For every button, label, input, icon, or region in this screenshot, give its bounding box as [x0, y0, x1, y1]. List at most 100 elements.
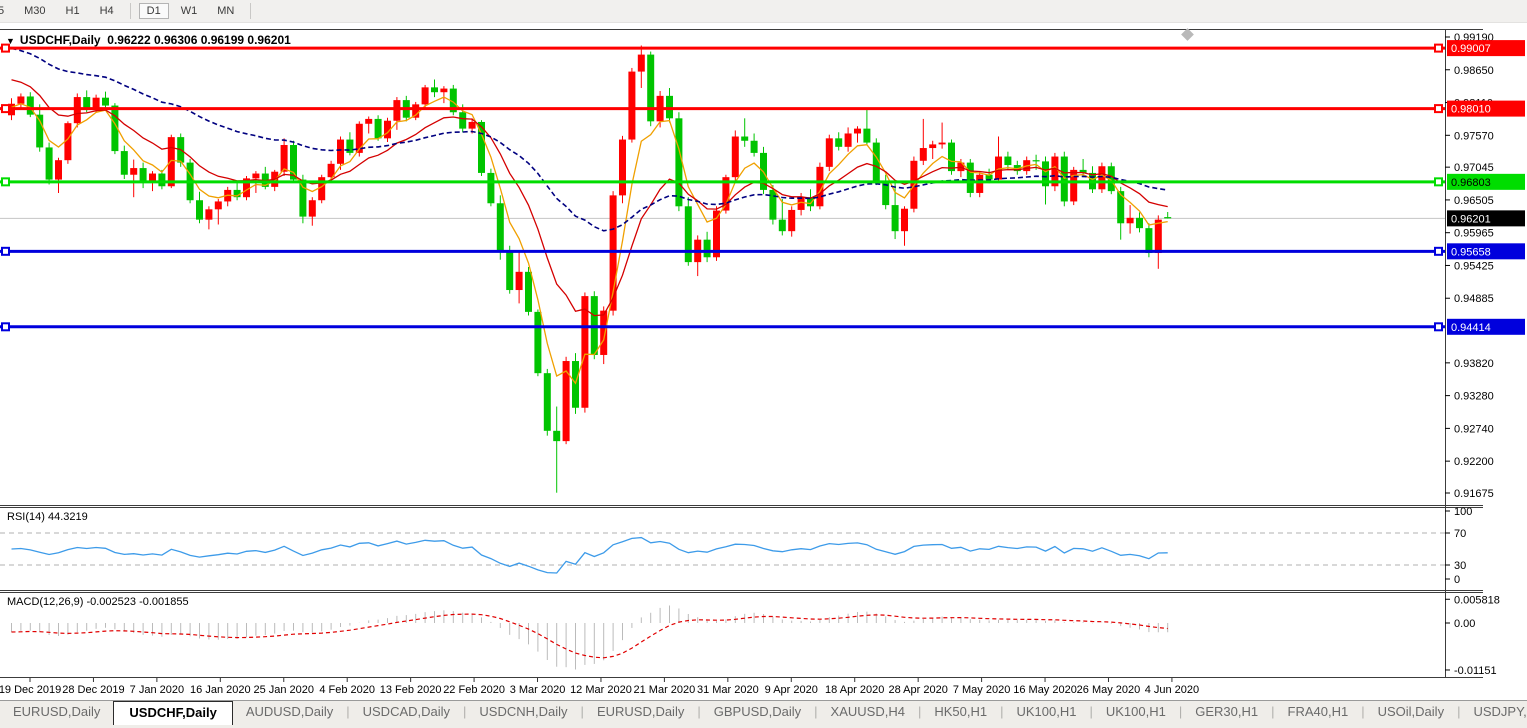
candle-down [966, 162, 974, 193]
line-handle[interactable] [1, 177, 10, 187]
price-tick-label: 0.95425 [1454, 260, 1494, 272]
level-price-badge: 0.99007 [1447, 40, 1525, 57]
chart-tab-fra40-h1[interactable]: FRA40,H1 [1275, 701, 1362, 723]
date-label: 12 Mar 2020 [570, 684, 632, 696]
candle-up [637, 54, 645, 72]
chart-tab-uk100-h1[interactable]: UK100,H1 [1004, 701, 1090, 723]
chart-tab-eurusd-daily[interactable]: EURUSD,Daily [584, 701, 697, 723]
candle-up [1154, 219, 1162, 254]
line-handle[interactable] [1, 104, 10, 114]
macd-panel: 0.005818 0.00 -0.01151 [11, 594, 1500, 677]
rsi-tick-label: 30 [1454, 560, 1466, 572]
candle-up [167, 137, 175, 187]
candle-down [572, 361, 579, 408]
app-window: 5M30H1H4D1W1MN 0.991900.986500.981100.97… [0, 0, 1527, 728]
chart-tab-hk50-h1[interactable]: HK50,H1 [921, 701, 1000, 723]
chart-tab-eurusd-daily[interactable]: EURUSD,Daily [0, 701, 113, 723]
price-tick-label: 0.97570 [1454, 130, 1494, 142]
level-price-badge: 0.98010 [1447, 100, 1525, 117]
line-handle[interactable] [1434, 104, 1443, 114]
chart-tab-usoil-daily[interactable]: USOil,Daily [1365, 701, 1457, 723]
candle-up [938, 142, 946, 145]
line-handle[interactable] [1434, 322, 1443, 332]
level-price-badge: 0.95658 [1447, 243, 1525, 260]
date-label: 25 Jan 2020 [253, 684, 314, 696]
line-handle[interactable] [1434, 246, 1443, 256]
candle-up [214, 201, 222, 210]
candle-up [515, 271, 523, 291]
candle-down [534, 311, 542, 374]
chart-tab-usdjpy-h1[interactable]: USDJPY,H1 [1460, 701, 1527, 723]
chart-tab-usdcnh-daily[interactable]: USDCNH,Daily [466, 701, 580, 723]
line-handle[interactable] [1, 246, 10, 256]
date-label: 7 May 2020 [953, 684, 1010, 696]
chart-tab-xauusd-h4[interactable]: XAUUSD,H4 [818, 701, 918, 723]
candle-up [919, 148, 927, 161]
line-handle[interactable] [1, 322, 10, 332]
date-label: 4 Jun 2020 [1145, 684, 1199, 696]
chart-shift-marker[interactable] [1181, 28, 1194, 41]
date-axis[interactable]: 19 Dec 2019 28 Dec 2019 7 Jan 2020 16 Jan 2… [0, 678, 1199, 696]
candle-up [562, 361, 570, 442]
candle-up [365, 118, 373, 124]
date-label: 7 Jan 2020 [130, 684, 184, 696]
candle-down [778, 219, 786, 232]
candle-up [901, 208, 908, 232]
candle-up [468, 121, 476, 129]
candle-up [130, 168, 138, 175]
chart-ohlc-values: 0.96222 0.96306 0.96199 0.96201 [107, 33, 291, 47]
candle-down [1164, 217, 1172, 219]
candle-up [581, 296, 589, 408]
price-tick-label: 0.94885 [1454, 293, 1494, 305]
level-price-badge-text: 0.95658 [1451, 246, 1491, 258]
date-label: 28 Dec 2019 [62, 684, 124, 696]
candle-down [346, 139, 354, 153]
candle-down [120, 151, 128, 175]
level-price-badge-text: 0.98010 [1451, 104, 1491, 116]
candle-down [1060, 156, 1068, 202]
chart-tab-usdcad-daily[interactable]: USDCAD,Daily [350, 701, 463, 723]
candle-down [487, 172, 495, 204]
candle-down [741, 136, 749, 141]
level-line-group [0, 104, 1445, 114]
current-price-badge: 0.96201 [1447, 210, 1525, 227]
candle-down [525, 271, 532, 312]
date-label: 4 Feb 2020 [319, 684, 375, 696]
candle-down [891, 205, 899, 232]
chart-tab-ger30-h1[interactable]: GER30,H1 [1182, 701, 1271, 723]
candle-up [600, 310, 608, 355]
current-price-badge-text: 0.96201 [1451, 213, 1491, 225]
candle-down [1136, 217, 1143, 229]
candle-up [854, 128, 861, 134]
line-handle[interactable] [1434, 43, 1443, 53]
price-tick-label: 0.93820 [1454, 358, 1494, 370]
candle-down [102, 97, 109, 106]
candle-down [1145, 228, 1153, 254]
chart-tab-audusd-daily[interactable]: AUDUSD,Daily [233, 701, 346, 723]
ma-medium-line [11, 79, 1168, 317]
price-tick-label: 0.92200 [1454, 456, 1494, 468]
rsi-panel: 100 70 30 0 [0, 506, 1472, 586]
chart-dropdown-icon[interactable]: ▼ [6, 36, 15, 46]
candle-down [543, 373, 551, 431]
level-price-badge: 0.96803 [1447, 173, 1525, 190]
candle-down [1004, 156, 1012, 166]
date-label: 19 Dec 2019 [0, 684, 61, 696]
date-label: 31 Mar 2020 [697, 684, 759, 696]
level-line-group [0, 246, 1445, 256]
level-line-group [0, 322, 1445, 332]
price-tick-label: 0.98650 [1454, 65, 1494, 77]
candle-down [431, 87, 438, 93]
level-price-badge-text: 0.96803 [1451, 177, 1491, 189]
line-handle[interactable] [1434, 177, 1443, 187]
chart-tab-gbpusd-daily[interactable]: GBPUSD,Daily [701, 701, 814, 723]
chart-tab-usdchf-daily[interactable]: USDCHF,Daily [113, 701, 233, 725]
candle-down [675, 118, 683, 207]
chart-tab-uk100-h1[interactable]: UK100,H1 [1093, 701, 1179, 723]
chart-canvas[interactable]: 0.991900.986500.981100.975700.970450.965… [0, 0, 1527, 728]
rsi-line [11, 536, 1168, 574]
candle-up [731, 136, 739, 178]
date-label: 3 Mar 2020 [510, 684, 566, 696]
candle-down [299, 179, 307, 217]
ma-fast-line [11, 96, 1168, 385]
